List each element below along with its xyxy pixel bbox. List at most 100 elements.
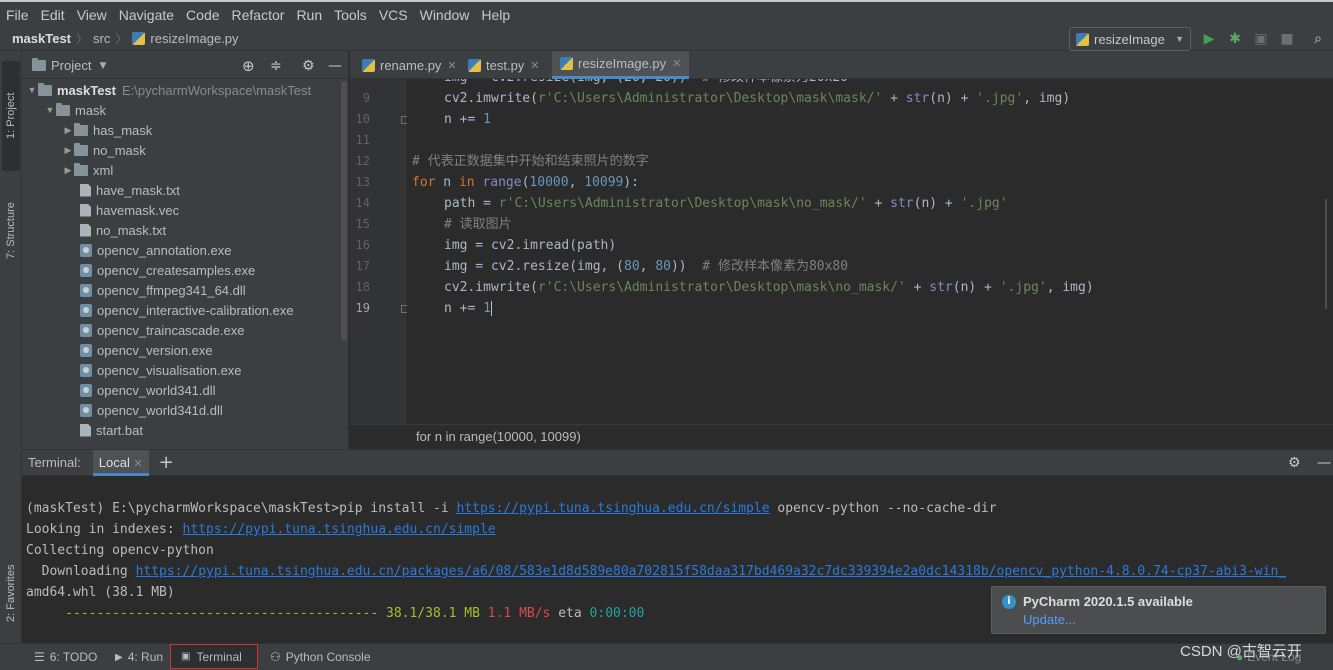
gear-icon[interactable]: ⚙ (1288, 455, 1301, 471)
terminal-progress-line: ----------------------------------------… (26, 603, 644, 624)
tab-project-label: 1: Project (5, 92, 17, 140)
tab-project[interactable]: 1: Project (2, 61, 20, 171)
tab-python-console[interactable]: ⚇ Python Console (270, 644, 371, 670)
tab-test-py[interactable]: test.py ✕ (460, 51, 548, 79)
python-file-icon (468, 58, 481, 72)
chevron-right-icon: 〉 (115, 32, 128, 46)
tree-folder-xml[interactable]: ▶ xml (62, 160, 113, 180)
tree-folder-label: mask (75, 102, 107, 118)
debug-icon[interactable]: ✱ (1226, 30, 1244, 48)
hide-icon[interactable]: — (328, 58, 342, 74)
chevron-down-icon[interactable]: ▼ (99, 61, 106, 71)
add-terminal-icon[interactable]: + (159, 452, 174, 473)
batch-file-icon (80, 423, 91, 437)
menu-edit[interactable]: Edit (35, 7, 71, 23)
tree-file[interactable]: opencv_version.exe (80, 340, 213, 360)
menu-navigate[interactable]: Navigate (113, 7, 180, 23)
tree-file[interactable]: start.bat (80, 420, 143, 440)
menu-file[interactable]: File (0, 7, 35, 23)
collapse-icon[interactable]: ≑ (270, 58, 282, 74)
library-icon (80, 383, 92, 397)
tree-file-label: opencv_annotation.exe (97, 242, 232, 258)
menu-help[interactable]: Help (475, 7, 516, 23)
tab-todo[interactable]: ☰ 6: TODO (34, 644, 97, 670)
code-breadcrumb[interactable]: for n in range(10000, 10099) (350, 424, 1333, 449)
terminal-line: amd64.whl (38.1 MB) (26, 585, 175, 600)
tree-folder-no-mask[interactable]: ▶ no_mask (62, 140, 146, 160)
tree-file-label: opencv_world341.dll (97, 382, 216, 398)
editor-scrollbar[interactable] (1325, 199, 1327, 309)
line-number: 16 (355, 238, 370, 252)
folder-icon (74, 122, 88, 136)
tree-folder-label: no_mask (93, 142, 146, 158)
menu-tools[interactable]: Tools (328, 7, 373, 23)
code-line: n += 1 (444, 112, 491, 127)
folder-icon (56, 102, 70, 116)
coverage-icon[interactable]: ▣ (1252, 30, 1270, 48)
menu-window[interactable]: Window (414, 7, 476, 23)
close-icon[interactable]: ✕ (672, 57, 681, 70)
update-notification[interactable]: i PyCharm 2020.1.5 available Update... (991, 586, 1326, 634)
file-icon (80, 203, 91, 217)
terminal-link[interactable]: https://pypi.tuna.tsinghua.edu.cn/simple (456, 501, 769, 516)
expand-arrow-icon: ▼ (45, 105, 55, 115)
executable-icon (80, 363, 92, 377)
hide-icon[interactable]: — (1317, 455, 1331, 471)
breadcrumb-file[interactable]: resizeImage.py (150, 31, 238, 46)
collapsed-arrow-icon: ▶ (64, 164, 72, 175)
tree-file[interactable]: havemask.vec (80, 200, 179, 220)
terminal-line: (maskTest) E:\pycharmWorkspace\maskTest>… (26, 498, 997, 519)
run-icon[interactable]: ▶ (1200, 30, 1218, 48)
tab-favorites[interactable]: 2: Favorites (2, 551, 20, 636)
terminal-tab-local[interactable]: Local ✕ (92, 449, 149, 476)
locate-icon[interactable]: ⊕ (242, 57, 255, 75)
code-line-current: n += 1 (444, 301, 492, 316)
tab-terminal[interactable]: ▣ Terminal (170, 644, 258, 669)
tree-file[interactable]: opencv_visualisation.exe (80, 360, 242, 380)
breadcrumb-folder[interactable]: src (93, 31, 110, 46)
menu-view[interactable]: View (71, 7, 113, 23)
menu-run[interactable]: Run (290, 7, 328, 23)
tree-folder-mask[interactable]: ▼ mask (44, 100, 106, 120)
tab-structure[interactable]: 7: Structure (2, 191, 20, 271)
update-link[interactable]: Update... (1023, 612, 1076, 627)
tab-run[interactable]: ▶ 4: Run (115, 644, 163, 670)
tree-file[interactable]: opencv_createsamples.exe (80, 260, 255, 280)
tree-folder-has-mask[interactable]: ▶ has_mask (62, 120, 152, 140)
breadcrumb-project[interactable]: maskTest (12, 31, 71, 46)
stop-icon[interactable]: ■ (1278, 30, 1296, 48)
tree-file[interactable]: opencv_traincascade.exe (80, 320, 244, 340)
editor-tabs: rename.py ✕ test.py ✕ resizeImage.py ✕ (350, 51, 1333, 79)
tab-label: 6: TODO (49, 650, 98, 664)
line-number: 15 (355, 217, 370, 231)
gear-icon[interactable]: ⚙ (302, 58, 315, 74)
tree-file[interactable]: opencv_world341.dll (80, 380, 216, 400)
tab-rename-py[interactable]: rename.py ✕ (354, 51, 465, 79)
project-scrollbar[interactable] (341, 81, 347, 341)
terminal-tab-label: Local (98, 454, 130, 470)
close-icon[interactable]: ✕ (530, 59, 539, 72)
close-icon[interactable]: ✕ (447, 59, 456, 72)
menu-code[interactable]: Code (180, 7, 225, 23)
chevron-down-icon: ▼ (1175, 34, 1184, 44)
search-icon[interactable]: ⌕ (1309, 30, 1327, 48)
tree-file[interactable]: opencv_ffmpeg341_64.dll (80, 280, 246, 300)
tree-file[interactable]: opencv_annotation.exe (80, 240, 231, 260)
tree-file[interactable]: opencv_world341d.dll (80, 400, 223, 420)
run-configuration-select[interactable]: resizeImage ▼ (1069, 27, 1191, 51)
tree-file[interactable]: opencv_interactive-calibration.exe (80, 300, 294, 320)
terminal-link[interactable]: https://pypi.tuna.tsinghua.edu.cn/simple (183, 522, 496, 537)
terminal-link[interactable]: https://pypi.tuna.tsinghua.edu.cn/packag… (136, 564, 1287, 579)
progress-eta-label: eta (550, 606, 590, 621)
menu-vcs[interactable]: VCS (373, 7, 414, 23)
run-config-label: resizeImage (1094, 31, 1165, 47)
tab-resizeimage-py[interactable]: resizeImage.py ✕ (552, 51, 690, 79)
menu-refactor[interactable]: Refactor (226, 7, 291, 23)
tree-root[interactable]: ▼ maskTest E:\pycharmWorkspace\maskTest (26, 80, 311, 100)
tree-file[interactable]: have_mask.txt (80, 180, 180, 200)
code-editor[interactable]: img = cv2.resize(img, (20, 20)) # 修改样本像素… (407, 79, 1327, 424)
tree-file[interactable]: no_mask.txt (80, 220, 166, 240)
progress-size: 38.1/38.1 MB (378, 606, 480, 621)
close-icon[interactable]: ✕ (133, 458, 142, 470)
project-view-label[interactable]: Project (51, 58, 91, 73)
